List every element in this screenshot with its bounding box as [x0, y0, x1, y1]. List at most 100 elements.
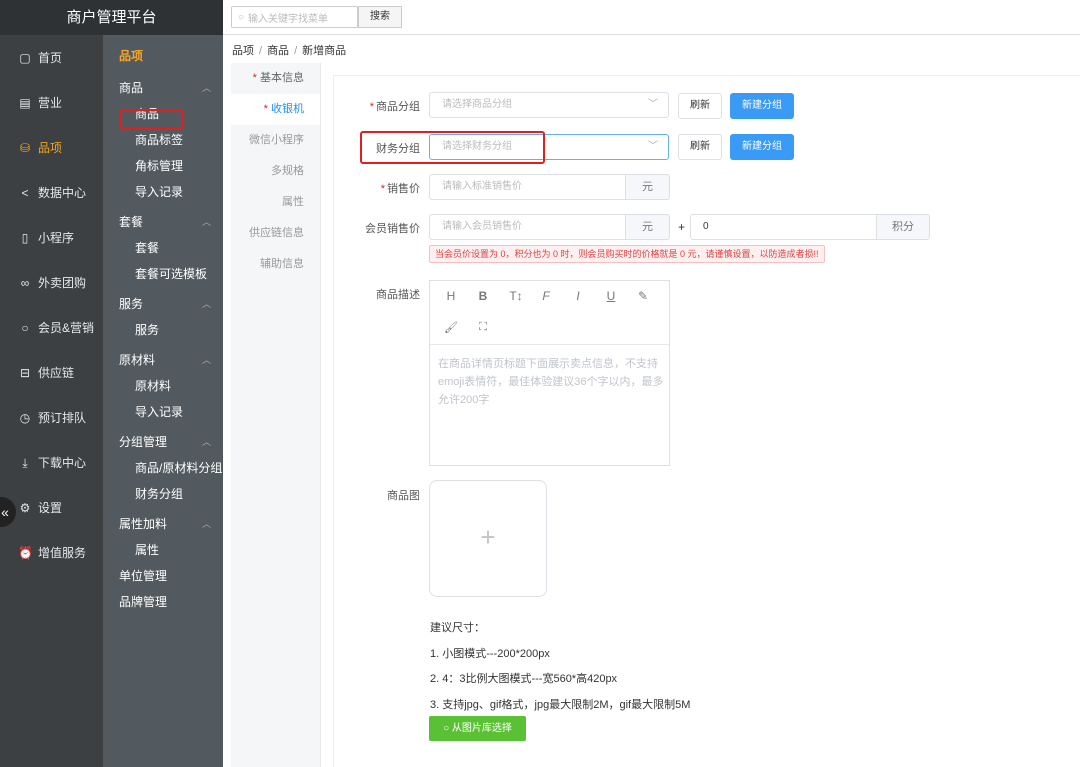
subnav-item-attribute[interactable]: 属性: [103, 537, 223, 563]
user-icon: ○: [21, 320, 29, 335]
subnav-title: 品项: [119, 49, 144, 63]
new-product-group-button[interactable]: 新建分组: [730, 93, 794, 119]
nav-business[interactable]: ▤ 营业: [0, 80, 103, 125]
size-tip: 1. 小图模式---200*200px: [430, 648, 550, 660]
fullscreen-icon[interactable]: ⛶: [475, 321, 491, 334]
chevron-up-icon: ︿: [201, 437, 211, 447]
subnav-group-materials[interactable]: 原材料 ︿: [103, 347, 223, 373]
size-tip: 2. 4：3比例大图模式---宽560*高420px: [430, 673, 618, 685]
subnav-group-grouping[interactable]: 分组管理 ︿: [103, 429, 223, 455]
nav-items[interactable]: ⛁ 品项: [0, 125, 103, 170]
price-input[interactable]: 请输入标准销售价: [429, 174, 626, 200]
new-finance-group-button[interactable]: 新建分组: [730, 134, 794, 160]
subnav-group-service[interactable]: 服务 ︿: [103, 291, 223, 317]
tab-supply-chain[interactable]: 供应链信息: [231, 218, 320, 249]
points-unit: 积分: [877, 214, 930, 240]
italic-icon[interactable]: I: [570, 289, 586, 303]
chevron-up-icon: ︿: [201, 355, 211, 365]
nav-home[interactable]: ▢ 首页: [0, 35, 103, 80]
product-group-label: * 商品分组: [369, 101, 420, 113]
plus-icon: +: [480, 522, 496, 552]
nav-member[interactable]: ○ 会员&营销: [0, 305, 103, 350]
product-group-select[interactable]: 请选择商品分组 ﹀: [429, 92, 669, 118]
nav-download[interactable]: ⤓ 下载中心: [0, 440, 103, 485]
description-editor[interactable]: H B T↕ F I U ✎ 🖌 ⛶ 在商品详情页标题下面展示卖点信息，不支持e…: [429, 280, 670, 466]
nav-mini-program[interactable]: ▯ 小程序: [0, 215, 103, 260]
subnav-group-product[interactable]: 商品 ︿: [103, 75, 223, 101]
nav-label: 营业: [38, 96, 63, 110]
tab-multi-spec[interactable]: 多规格: [231, 156, 320, 187]
nav-reservation[interactable]: ◷ 预订排队: [0, 395, 103, 440]
tab-auxiliary[interactable]: 辅助信息: [231, 249, 320, 280]
nav-value-added[interactable]: ⏰ 增值服务: [0, 530, 103, 575]
tab-basic-info[interactable]: * 基本信息: [231, 63, 320, 94]
nav-label: 供应链: [38, 366, 75, 380]
size-tip-title: 建议尺寸：: [430, 622, 485, 634]
subnav-item-combo[interactable]: 套餐: [103, 235, 223, 261]
breadcrumb-item[interactable]: 商品: [267, 45, 289, 57]
points-input[interactable]: 0: [690, 214, 877, 240]
member-price-input[interactable]: 请输入会员销售价: [429, 214, 626, 240]
share-icon: <: [21, 185, 29, 200]
subnav-item-materials[interactable]: 原材料: [103, 373, 223, 399]
price-unit: 元: [626, 174, 670, 200]
app-title: 商户管理平台: [0, 0, 223, 35]
tab-attributes[interactable]: 属性: [231, 187, 320, 218]
subnav-item-product-tags[interactable]: 商品标签: [103, 127, 223, 153]
truck-icon: ⊟: [19, 365, 31, 380]
underline-icon[interactable]: U: [603, 289, 619, 303]
refresh-product-group-button[interactable]: 刷新: [678, 93, 722, 119]
form-tabs: * 基本信息 * 收银机 微信小程序 多规格 属性 供应链信息 辅助信息: [231, 63, 321, 767]
nav-label: 下载中心: [38, 456, 87, 470]
image-upload[interactable]: +: [429, 480, 547, 597]
calendar-icon: ▤: [19, 95, 31, 110]
nav-delivery[interactable]: ∞ 外卖团购: [0, 260, 103, 305]
pen-icon[interactable]: ✎: [635, 289, 651, 303]
plus-sign: +: [678, 220, 686, 234]
bike-icon: ∞: [20, 275, 30, 290]
tab-cashier[interactable]: * 收银机: [231, 94, 320, 125]
subnav-item-combo-template[interactable]: 套餐可选模板: [103, 261, 223, 287]
nav-label: 首页: [38, 51, 63, 65]
subnav-item-badge[interactable]: 角标管理: [103, 153, 223, 179]
subnav-group-combo[interactable]: 套餐 ︿: [103, 209, 223, 235]
search-button[interactable]: 搜索: [358, 6, 402, 28]
chevron-up-icon: ︿: [201, 83, 211, 93]
breadcrumb: 品项 / 商品 / 新增商品: [232, 45, 347, 57]
brush-icon[interactable]: 🖌: [443, 321, 459, 334]
refresh-finance-group-button[interactable]: 刷新: [678, 134, 722, 160]
image-library-button[interactable]: ○ 从图片库选择: [429, 716, 526, 741]
highlight-box: [360, 131, 545, 164]
bold-icon[interactable]: B: [475, 289, 491, 303]
subnav-group-brands[interactable]: 品牌管理: [103, 589, 223, 615]
search-icon: ○: [238, 11, 245, 23]
subnav-item-service[interactable]: 服务: [103, 317, 223, 343]
description-label: 商品描述: [376, 289, 420, 301]
tab-wechat-mini[interactable]: 微信小程序: [231, 125, 320, 156]
size-tip: 3. 支持jpg、gif格式，jpg最大限制2M，gif最大限制5M: [430, 699, 691, 711]
nav-data-center[interactable]: < 数据中心: [0, 170, 103, 215]
breadcrumb-item[interactable]: 品项: [232, 45, 254, 57]
subnav-item-materials-import[interactable]: 导入记录: [103, 399, 223, 425]
nav-label: 预订排队: [38, 411, 87, 425]
chevron-down-icon: ﹀: [648, 99, 658, 110]
heading-icon[interactable]: H: [443, 289, 459, 303]
font-family-icon[interactable]: F: [538, 289, 554, 303]
subnav-item-product-material-group[interactable]: 商品/原材料分组: [103, 455, 223, 481]
nav-supply-chain[interactable]: ⊟ 供应链: [0, 350, 103, 395]
breadcrumb-item: 新增商品: [302, 45, 347, 57]
menu-search-input[interactable]: ○ 输入关键字找菜单: [231, 6, 358, 28]
subnav-item-finance-group[interactable]: 财务分组: [103, 481, 223, 507]
nav-label: 会员&营销: [38, 321, 95, 335]
price-label: * 销售价: [380, 183, 420, 195]
nav-label: 增值服务: [38, 546, 87, 560]
nav-label: 设置: [38, 501, 63, 515]
highlight-box: [120, 109, 183, 130]
subnav-item-import[interactable]: 导入记录: [103, 179, 223, 205]
subnav-group-attributes[interactable]: 属性加料 ︿: [103, 511, 223, 537]
nav-label: 品项: [38, 141, 63, 155]
bag-icon: ⛁: [19, 140, 31, 155]
subnav-group-units[interactable]: 单位管理: [103, 563, 223, 589]
chevron-down-icon: ﹀: [648, 141, 658, 152]
font-size-icon[interactable]: T↕: [508, 289, 524, 303]
